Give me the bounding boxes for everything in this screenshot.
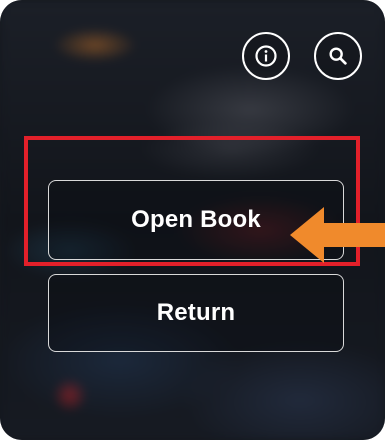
info-button[interactable] (242, 32, 290, 80)
return-label: Return (156, 299, 236, 326)
search-button[interactable] (314, 32, 362, 80)
open-book-label: Open Book (131, 206, 261, 233)
info-icon (255, 45, 277, 67)
return-button[interactable]: Return (48, 274, 344, 352)
pointer-arrow-icon (290, 207, 385, 263)
search-icon (329, 47, 347, 65)
